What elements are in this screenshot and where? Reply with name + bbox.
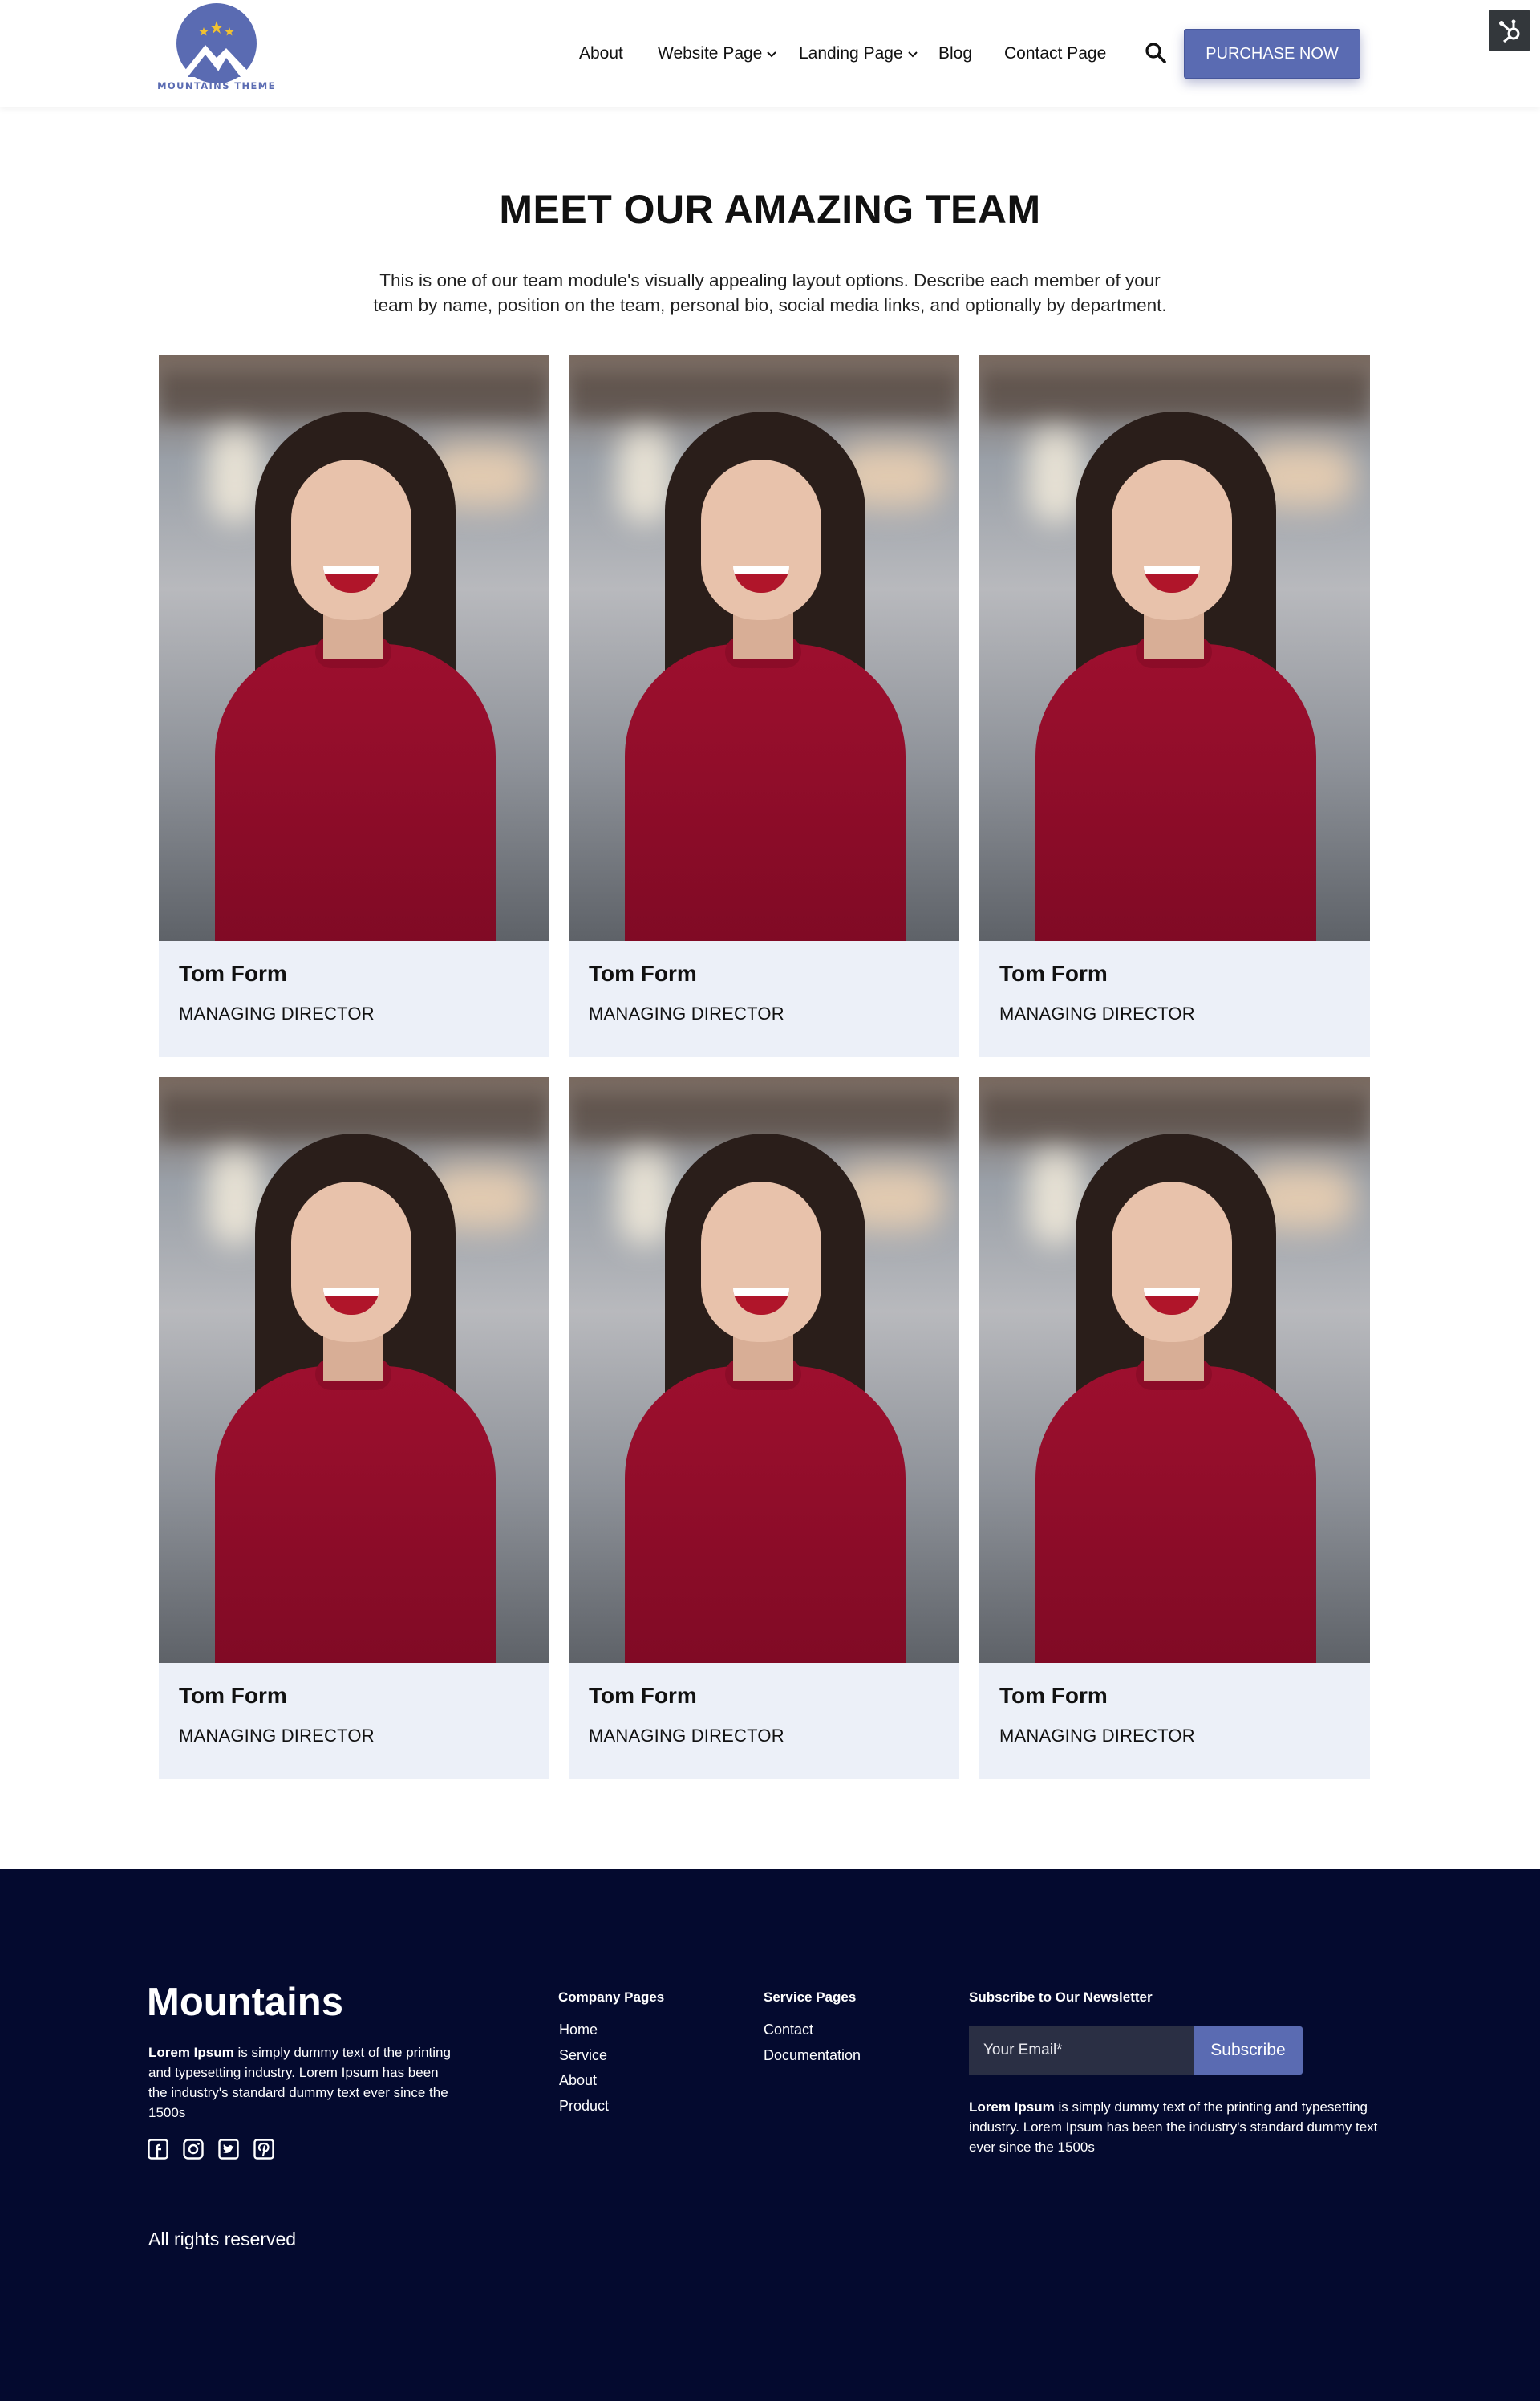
nav-about[interactable]: About: [579, 40, 623, 67]
search-icon[interactable]: [1145, 42, 1167, 64]
team-card: Tom Form MANAGING DIRECTOR: [569, 1077, 959, 1779]
team-member-name: Tom Form: [179, 961, 287, 986]
purchase-now-button[interactable]: PURCHASE NOW: [1184, 29, 1360, 79]
team-member-role: MANAGING DIRECTOR: [999, 1004, 1195, 1024]
footer-link-documentation[interactable]: Documentation: [764, 2047, 861, 2064]
team-member-role: MANAGING DIRECTOR: [589, 1726, 784, 1746]
team-card: Tom Form MANAGING DIRECTOR: [159, 1077, 549, 1779]
footer-description: Lorem Ipsum is simply dummy text of the …: [148, 2042, 453, 2123]
team-member-name: Tom Form: [179, 1683, 287, 1708]
facebook-icon[interactable]: [148, 2139, 168, 2160]
team-card: Tom Form MANAGING DIRECTOR: [159, 355, 549, 1057]
twitter-icon[interactable]: [218, 2139, 239, 2160]
chevron-down-icon: [907, 51, 918, 57]
team-member-photo: [979, 355, 1370, 941]
intro-line: team by name, position on the team, pers…: [373, 295, 1167, 315]
nav-website-page-label: Website Page: [658, 44, 763, 63]
page-title: MEET OUR AMAZING TEAM: [499, 187, 1041, 232]
team-card: Tom Form MANAGING DIRECTOR: [979, 355, 1370, 1057]
instagram-icon[interactable]: [183, 2139, 204, 2160]
mountain-logo-icon: [176, 3, 257, 83]
team-member-role: MANAGING DIRECTOR: [179, 1004, 375, 1024]
site-header: MOUNTAINS THEME About Website Page Landi…: [0, 0, 1540, 107]
footer-brand: Mountains: [147, 1981, 343, 2024]
team-member-photo: [569, 1077, 959, 1663]
nav-contact-page-label: Contact Page: [1004, 44, 1107, 63]
copyright-text: All rights reserved: [148, 2229, 297, 2249]
team-member-name: Tom Form: [999, 1683, 1108, 1708]
team-member-photo: [979, 1077, 1370, 1663]
site-footer: Mountains Lorem Ipsum is simply dummy te…: [0, 1869, 1540, 2401]
nav-landing-page-label: Landing Page: [799, 44, 903, 63]
team-card: Tom Form MANAGING DIRECTOR: [979, 1077, 1370, 1779]
hubspot-badge[interactable]: [1489, 10, 1530, 51]
hubspot-icon: [1499, 19, 1520, 43]
team-member-role: MANAGING DIRECTOR: [589, 1004, 784, 1024]
chevron-down-icon: [767, 51, 777, 57]
team-member-photo: [159, 1077, 549, 1663]
team-member-role: MANAGING DIRECTOR: [999, 1726, 1195, 1746]
footer-link-about[interactable]: About: [559, 2072, 597, 2089]
team-member-photo: [159, 355, 549, 941]
nav-blog-label: Blog: [938, 44, 973, 63]
team-card: Tom Form MANAGING DIRECTOR: [569, 355, 959, 1057]
newsletter-description: Lorem Ipsum is simply dummy text of the …: [969, 2097, 1386, 2157]
nav-contact-page[interactable]: Contact Page: [1004, 40, 1106, 67]
intro-line: This is one of our team module's visuall…: [379, 270, 1161, 290]
footer-link-product[interactable]: Product: [559, 2098, 609, 2115]
team-member-name: Tom Form: [589, 961, 697, 986]
team-member-role: MANAGING DIRECTOR: [179, 1726, 375, 1746]
nav-landing-page[interactable]: Landing Page: [799, 40, 918, 67]
logo[interactable]: MOUNTAINS THEME: [152, 3, 281, 96]
nav-about-label: About: [579, 44, 623, 63]
team-member-name: Tom Form: [589, 1683, 697, 1708]
company-pages-heading: Company Pages: [558, 1989, 665, 2005]
email-field[interactable]: [969, 2026, 1194, 2075]
subscribe-button[interactable]: Subscribe: [1194, 2026, 1303, 2075]
pinterest-icon[interactable]: [253, 2139, 274, 2160]
footer-link-contact[interactable]: Contact: [764, 2022, 813, 2038]
service-pages-heading: Service Pages: [764, 1989, 857, 2005]
footer-desc-bold: Lorem Ipsum: [148, 2045, 234, 2060]
newsletter-heading: Subscribe to Our Newsletter: [969, 1989, 1153, 2005]
team-member-photo: [569, 355, 959, 941]
footer-link-home[interactable]: Home: [559, 2022, 598, 2038]
footer-link-service[interactable]: Service: [559, 2047, 607, 2064]
nav-blog[interactable]: Blog: [938, 40, 972, 67]
newsletter-desc-bold: Lorem Ipsum: [969, 2099, 1055, 2115]
section-intro: This is one of our team module's visuall…: [305, 268, 1235, 318]
team-member-name: Tom Form: [999, 961, 1108, 986]
logo-text: MOUNTAINS THEME: [157, 80, 276, 91]
nav-website-page[interactable]: Website Page: [658, 40, 777, 67]
